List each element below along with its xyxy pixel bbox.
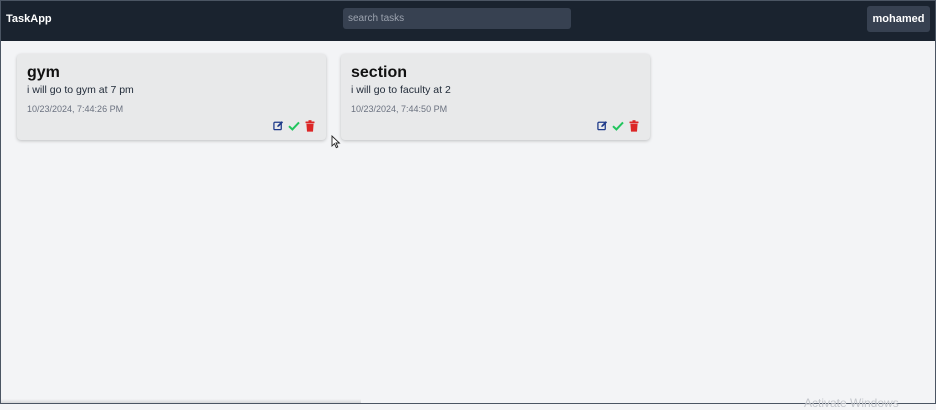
task-card: section i will go to faculty at 2 10/23/… [341, 54, 650, 140]
user-menu-button[interactable]: mohamed [867, 6, 930, 32]
check-icon[interactable] [288, 120, 300, 132]
task-title: section [351, 64, 408, 81]
trash-icon[interactable] [628, 119, 640, 132]
task-actions [596, 119, 640, 132]
task-actions [272, 119, 316, 132]
edit-icon[interactable] [596, 120, 608, 132]
mouse-cursor-icon [331, 134, 341, 149]
task-description: i will go to faculty at 2 [351, 84, 451, 96]
edit-icon[interactable] [272, 120, 284, 132]
task-description: i will go to gym at 7 pm [27, 84, 134, 96]
bottom-shadow [1, 399, 361, 403]
navbar: TaskApp mohamed [1, 1, 935, 41]
trash-icon[interactable] [304, 119, 316, 132]
task-date: 10/23/2024, 7:44:50 PM [351, 104, 448, 114]
app-brand[interactable]: TaskApp [6, 13, 52, 25]
task-date: 10/23/2024, 7:44:26 PM [27, 104, 124, 114]
search-input[interactable] [343, 8, 571, 29]
task-card: gym i will go to gym at 7 pm 10/23/2024,… [17, 54, 326, 140]
check-icon[interactable] [612, 120, 624, 132]
task-title: gym [27, 64, 60, 81]
windows-activation-watermark: Activate Windows [804, 396, 899, 410]
